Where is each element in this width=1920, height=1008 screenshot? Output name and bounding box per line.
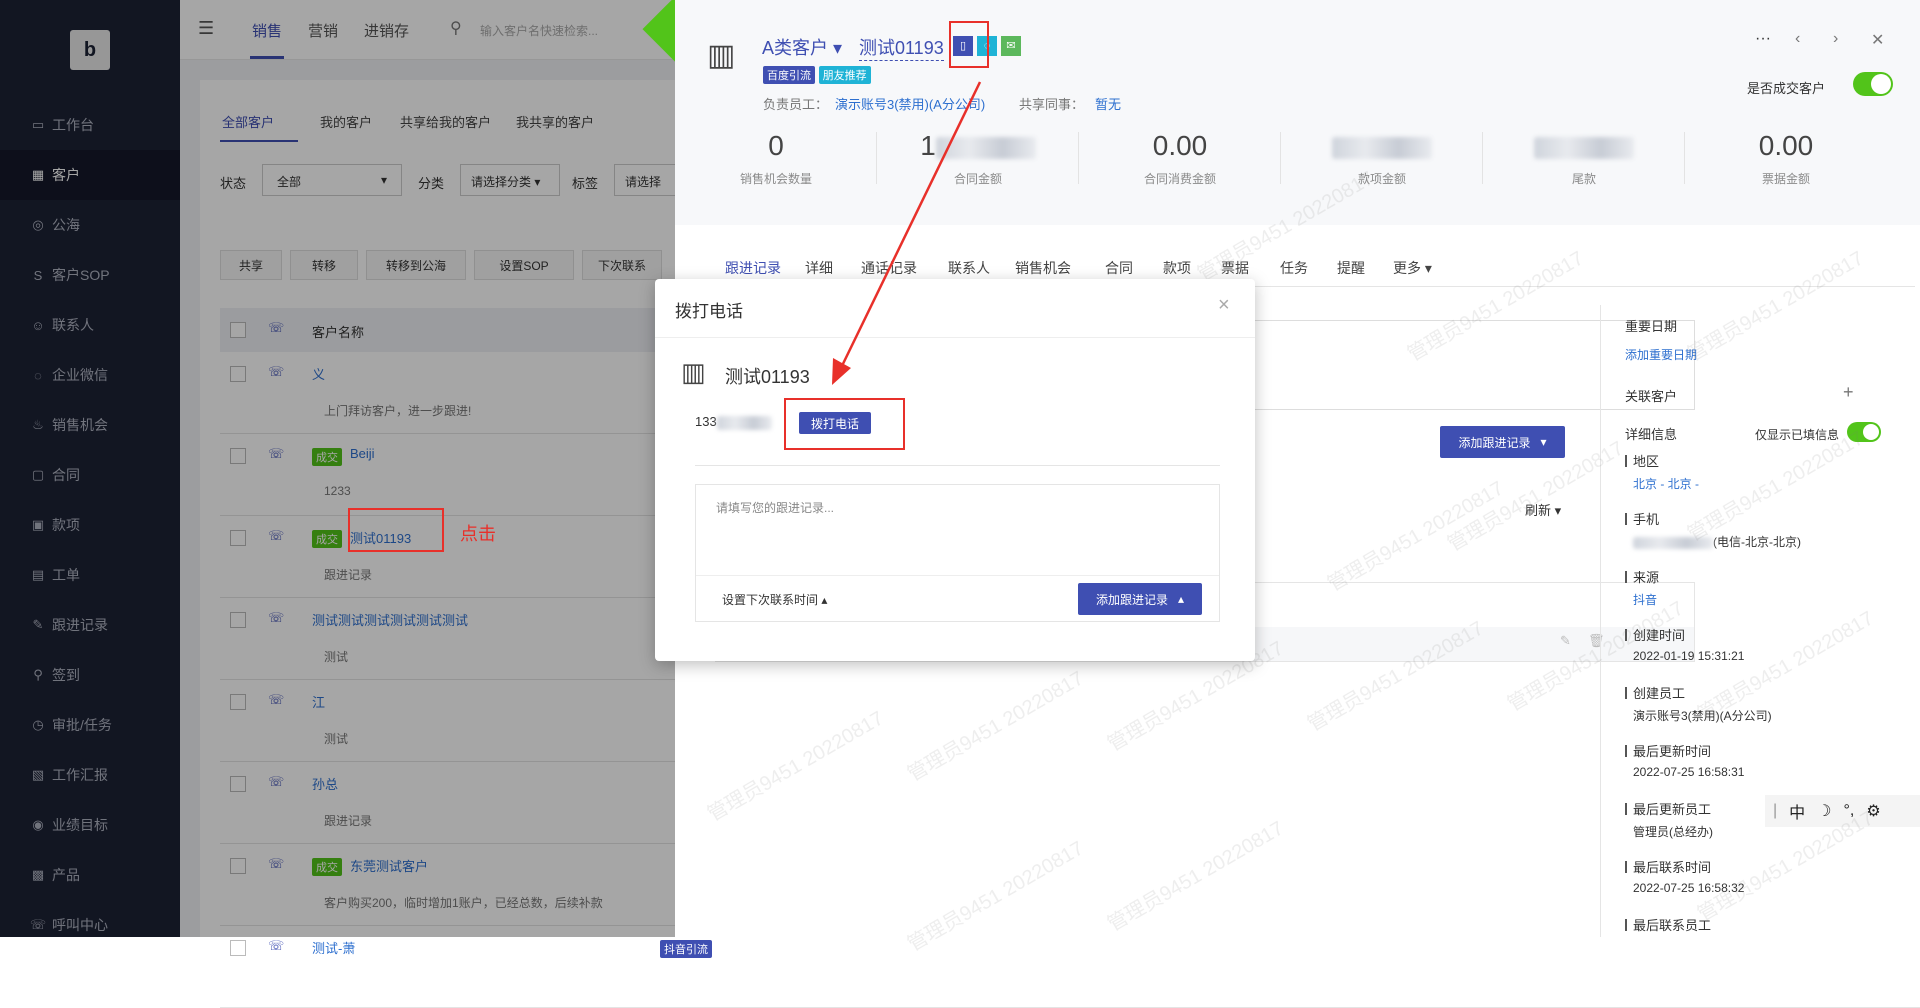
customer-name-link[interactable]: 测试-萧	[312, 938, 355, 957]
table-row[interactable]: ☏ 测试-萧 抖音引流	[220, 926, 1920, 1008]
row-tag: 抖音引流	[660, 940, 712, 958]
row-checkbox[interactable]	[230, 940, 246, 956]
annotation-arrow	[832, 21, 989, 385]
row-phone-icon[interactable]: ☏	[268, 938, 284, 954]
